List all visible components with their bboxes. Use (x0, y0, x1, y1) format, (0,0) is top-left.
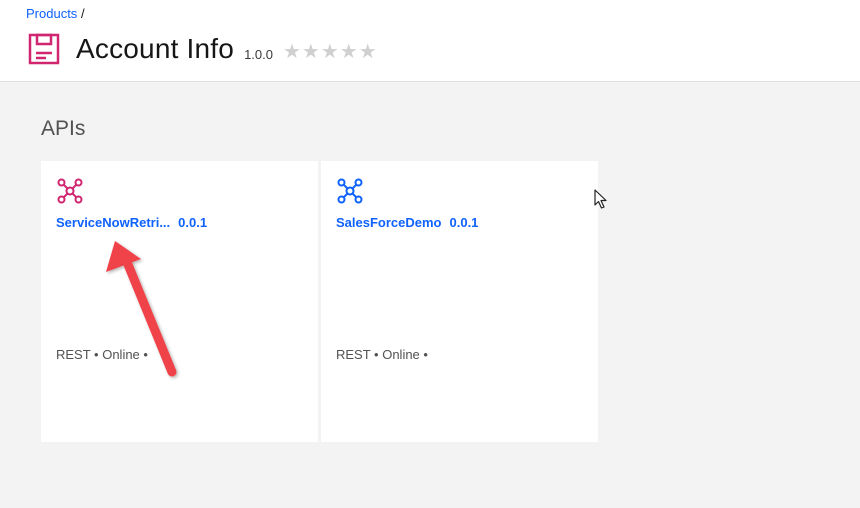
api-title-link[interactable]: SalesForceDemo 0.0.1 (336, 215, 478, 230)
api-meta: REST • Online • (336, 347, 428, 362)
rating-stars[interactable]: ★★★★★ (283, 39, 378, 64)
product-version: 1.0.0 (244, 46, 273, 62)
breadcrumb-link-products[interactable]: Products (26, 6, 77, 21)
api-title-link[interactable]: ServiceNowRetri... 0.0.1 (56, 215, 207, 230)
section-title-apis: APIs (41, 117, 86, 140)
api-name: SalesForceDemo (336, 215, 442, 230)
title-row: Account Info 1.0.0 ★★★★★ (28, 30, 378, 68)
page-title: Account Info (76, 33, 235, 64)
api-name: ServiceNowRetri... (56, 215, 171, 230)
api-card-salesforce[interactable]: SalesForceDemo 0.0.1 REST • Online • (321, 161, 598, 442)
breadcrumb-separator: / (80, 6, 85, 21)
mouse-pointer-icon (594, 189, 607, 209)
api-version: 0.0.1 (178, 215, 208, 230)
api-version: 0.0.1 (449, 215, 479, 230)
api-network-icon (57, 178, 83, 204)
api-meta: REST • Online • (56, 347, 148, 362)
product-box-icon (28, 33, 60, 65)
api-card-servicenow[interactable]: ServiceNowRetri... 0.0.1 REST • Online • (41, 161, 318, 442)
breadcrumb: Products / (26, 6, 85, 21)
api-network-icon (337, 178, 363, 204)
page-header: Products / Account Info 1.0.0 ★★★★★ (0, 0, 860, 82)
